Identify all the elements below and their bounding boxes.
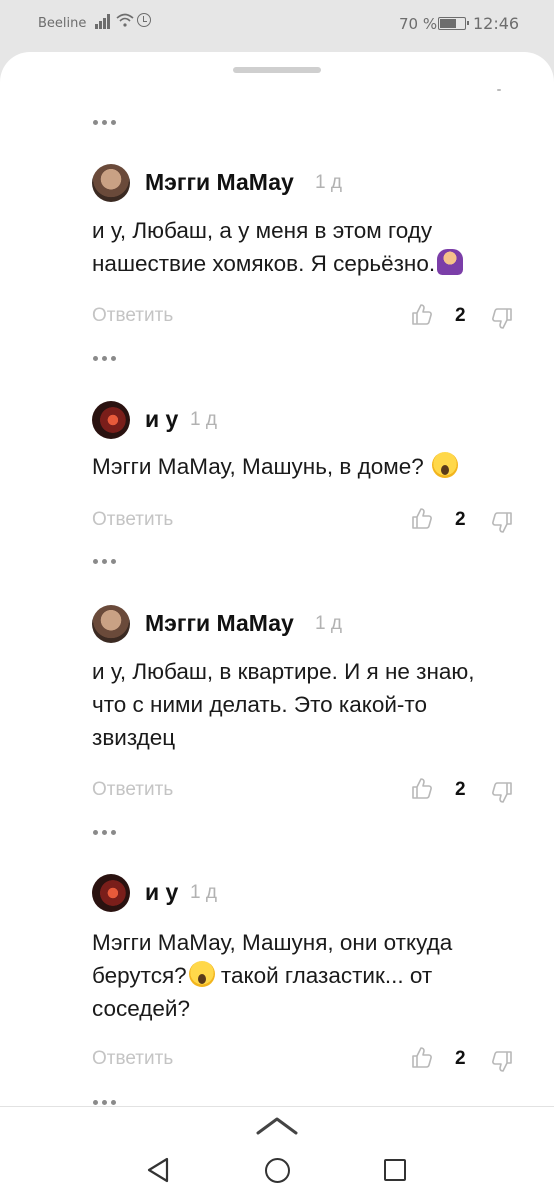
reply-button[interactable]: Ответить <box>92 305 173 327</box>
chevron-up-icon[interactable] <box>256 1115 298 1135</box>
home-icon[interactable] <box>265 1158 290 1183</box>
avatar[interactable] <box>92 874 130 912</box>
comment-line: соседей? <box>92 996 191 1021</box>
status-bar: Beeline 70 % 12:46 <box>0 0 554 48</box>
comment-line: и у, Любаш, в квартире. И я не знаю, <box>92 659 475 684</box>
battery-percent: 70 % <box>399 15 438 33</box>
like-icon[interactable] <box>410 777 434 801</box>
avatar[interactable] <box>92 164 130 202</box>
more-options-icon[interactable] <box>93 828 119 838</box>
comment-author[interactable]: и у <box>145 879 178 906</box>
dislike-icon[interactable] <box>490 780 514 804</box>
scream-emoji-icon <box>188 961 215 987</box>
like-count: 2 <box>455 1048 466 1069</box>
comment-text: и у, Любаш, а у меня в этом году нашеств… <box>92 214 512 280</box>
battery-icon <box>438 17 469 30</box>
more-options-icon[interactable] <box>93 118 119 128</box>
comment-age: 1 д <box>315 172 342 193</box>
avatar[interactable] <box>92 605 130 643</box>
like-icon[interactable] <box>410 303 434 327</box>
scream-emoji-icon <box>432 452 459 478</box>
back-icon[interactable] <box>146 1157 170 1183</box>
comment-age: 1 д <box>190 882 217 903</box>
carrier-name: Beeline <box>38 16 87 31</box>
comment-author[interactable]: Мэгги МаМау <box>145 169 294 196</box>
comment-author[interactable]: Мэгги МаМау <box>145 610 294 637</box>
more-options-icon[interactable] <box>93 1098 119 1106</box>
comment-text: и у, Любаш, в квартире. И я не знаю, что… <box>92 655 512 754</box>
dislike-icon[interactable] <box>490 510 514 534</box>
comment-text: Мэгги МаМау, Машунь, в доме? <box>92 450 512 483</box>
comment-age: 1 д <box>315 613 342 634</box>
comment-line: Мэгги МаМау, Машуня, они откуда <box>92 930 453 955</box>
avatar[interactable] <box>92 401 130 439</box>
comments-sheet: Мэгги МаМау 1 д и у, Любаш, а у меня в э… <box>0 52 554 1106</box>
facepalm-emoji-icon <box>437 249 464 275</box>
wifi-icon <box>116 13 134 31</box>
like-icon[interactable] <box>410 507 434 531</box>
comment-text: Мэгги МаМау, Машуня, они откуда берутся?… <box>92 926 512 1025</box>
reply-button[interactable]: Ответить <box>92 509 173 531</box>
comment-line: что с ними делать. Это какой-то <box>92 692 427 717</box>
dislike-icon[interactable] <box>490 306 514 330</box>
comment-line: Мэгги МаМау, Машунь, в доме? <box>92 450 512 483</box>
comment-line: нашествие хомяков. Я серьёзно. <box>92 247 512 280</box>
reply-button[interactable]: Ответить <box>92 779 173 801</box>
more-options-icon[interactable] <box>93 354 119 364</box>
comment-author[interactable]: и у <box>145 406 178 433</box>
comment-line: и у, Любаш, а у меня в этом году <box>92 218 433 243</box>
more-options-icon[interactable] <box>93 557 119 567</box>
like-count: 2 <box>455 509 466 530</box>
clock: 12:46 <box>473 14 520 33</box>
comment-age: 1 д <box>190 409 217 430</box>
like-count: 2 <box>455 305 466 326</box>
alarm-icon <box>137 13 151 27</box>
signal-icon <box>95 13 113 29</box>
comment-line: звиздец <box>92 725 176 750</box>
recents-icon[interactable] <box>384 1159 406 1181</box>
like-icon[interactable] <box>410 1046 434 1070</box>
reply-button[interactable]: Ответить <box>92 1048 173 1070</box>
scrollbar[interactable] <box>497 89 501 91</box>
navigation-bar <box>0 1106 554 1200</box>
dislike-icon[interactable] <box>490 1049 514 1073</box>
comment-line: берутся? такой глазастик... от <box>92 961 433 988</box>
like-count: 2 <box>455 779 466 800</box>
sheet-drag-handle[interactable] <box>233 67 321 73</box>
